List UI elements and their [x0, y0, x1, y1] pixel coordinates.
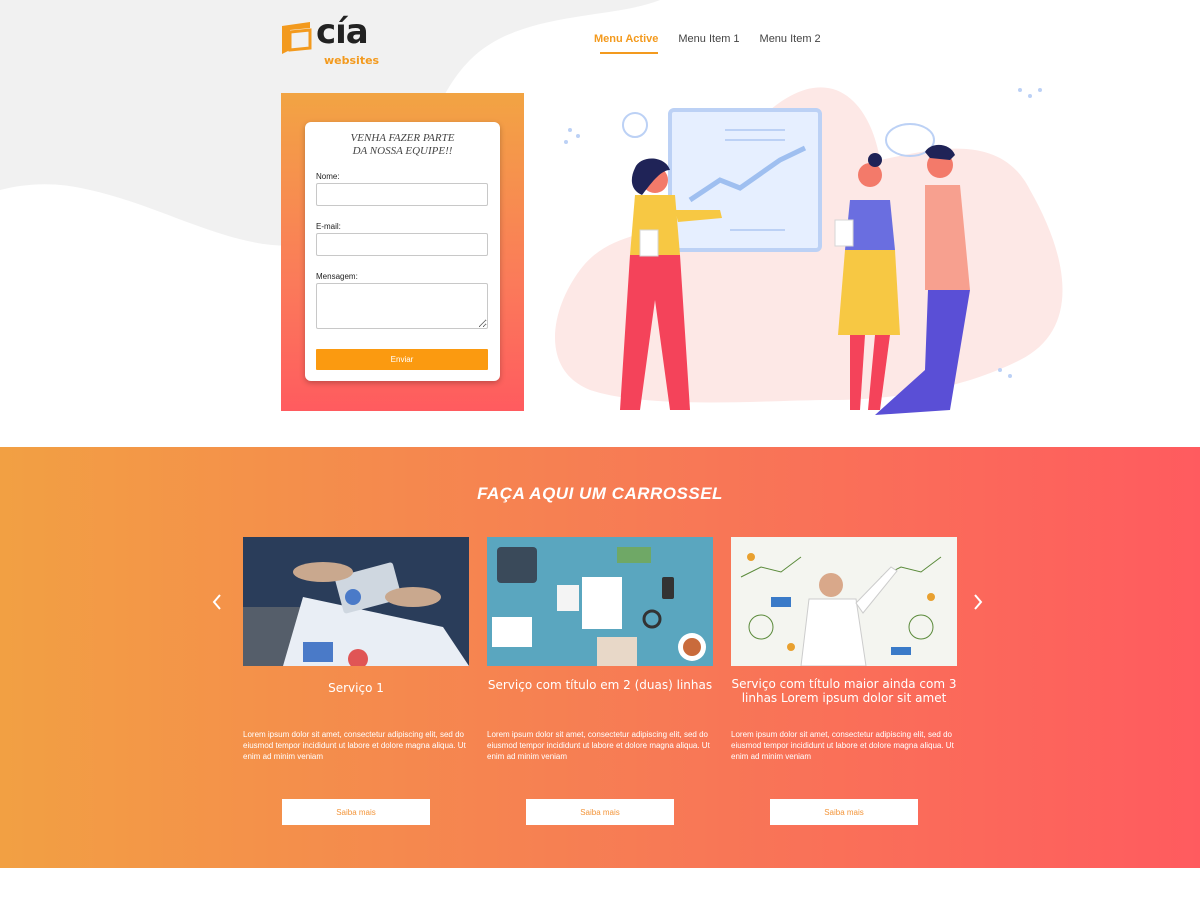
name-label: Nome:	[316, 172, 340, 181]
card-text: Lorem ipsum dolor sit amet, consectetur …	[243, 730, 466, 761]
nav-item-menu-active[interactable]: Menu Active	[584, 32, 668, 56]
saiba-mais-button[interactable]: Saiba mais	[526, 799, 674, 825]
form-title-line-1: VENHA FAZER PARTE	[350, 132, 455, 144]
page: cía websites Menu Active Menu Item 1 Men…	[0, 0, 1200, 900]
carousel-title: FAÇA AQUI UM CARROSSEL	[477, 484, 723, 503]
main-nav: Menu Active Menu Item 1 Menu Item 2	[584, 32, 831, 62]
message-label: Mensagem:	[316, 272, 358, 281]
team-illustration	[555, 87, 1063, 415]
card-image-whiteboard-strategy	[731, 537, 957, 666]
logo-mark-icon	[282, 22, 312, 54]
nav-item-menu-2[interactable]: Menu Item 2	[750, 32, 831, 56]
nav-item-menu-1[interactable]: Menu Item 1	[668, 32, 749, 56]
submit-button[interactable]: Enviar	[316, 349, 488, 370]
email-field[interactable]	[316, 233, 488, 256]
message-field[interactable]	[316, 283, 488, 329]
carousel-card: Serviço com título em 2 (duas) linhas Lo…	[487, 537, 713, 837]
carousel-section: FAÇA AQUI UM CARROSSEL Serviço 1 Lorem i…	[0, 447, 1200, 868]
hero-section: cía websites Menu Active Menu Item 1 Men…	[0, 0, 1200, 447]
chevron-left-icon[interactable]	[210, 593, 224, 611]
form-title: VENHA FAZER PARTE DA NOSSA EQUIPE!!	[316, 132, 489, 158]
join-team-form: VENHA FAZER PARTE DA NOSSA EQUIPE!! Nome…	[305, 122, 500, 381]
form-panel: VENHA FAZER PARTE DA NOSSA EQUIPE!! Nome…	[281, 93, 524, 411]
carousel-card: Serviço 1 Lorem ipsum dolor sit amet, co…	[243, 537, 469, 837]
saiba-mais-button[interactable]: Saiba mais	[282, 799, 430, 825]
card-title: Serviço 1	[328, 681, 384, 695]
saiba-mais-button[interactable]: Saiba mais	[770, 799, 918, 825]
name-field[interactable]	[316, 183, 488, 206]
form-title-line-2: DA NOSSA EQUIPE!!	[352, 145, 453, 157]
card-text: Lorem ipsum dolor sit amet, consectetur …	[487, 730, 710, 761]
logo-subtitle: websites	[324, 54, 380, 67]
card-text: Lorem ipsum dolor sit amet, consectetur …	[731, 730, 954, 761]
logo[interactable]: cía websites	[280, 12, 390, 68]
chevron-right-icon[interactable]	[971, 593, 985, 611]
card-title: Serviço com título em 2 (duas) linhas	[487, 678, 713, 692]
carousel-card: Serviço com título maior ainda com 3 lin…	[731, 537, 957, 837]
logo-wordmark: cía	[316, 12, 369, 52]
email-label: E-mail:	[316, 222, 341, 231]
card-title: Serviço com título maior ainda com 3 lin…	[731, 677, 957, 705]
footer-strip	[0, 868, 1200, 900]
card-image-desk-finance	[487, 537, 713, 666]
card-image-business-meeting	[243, 537, 469, 666]
